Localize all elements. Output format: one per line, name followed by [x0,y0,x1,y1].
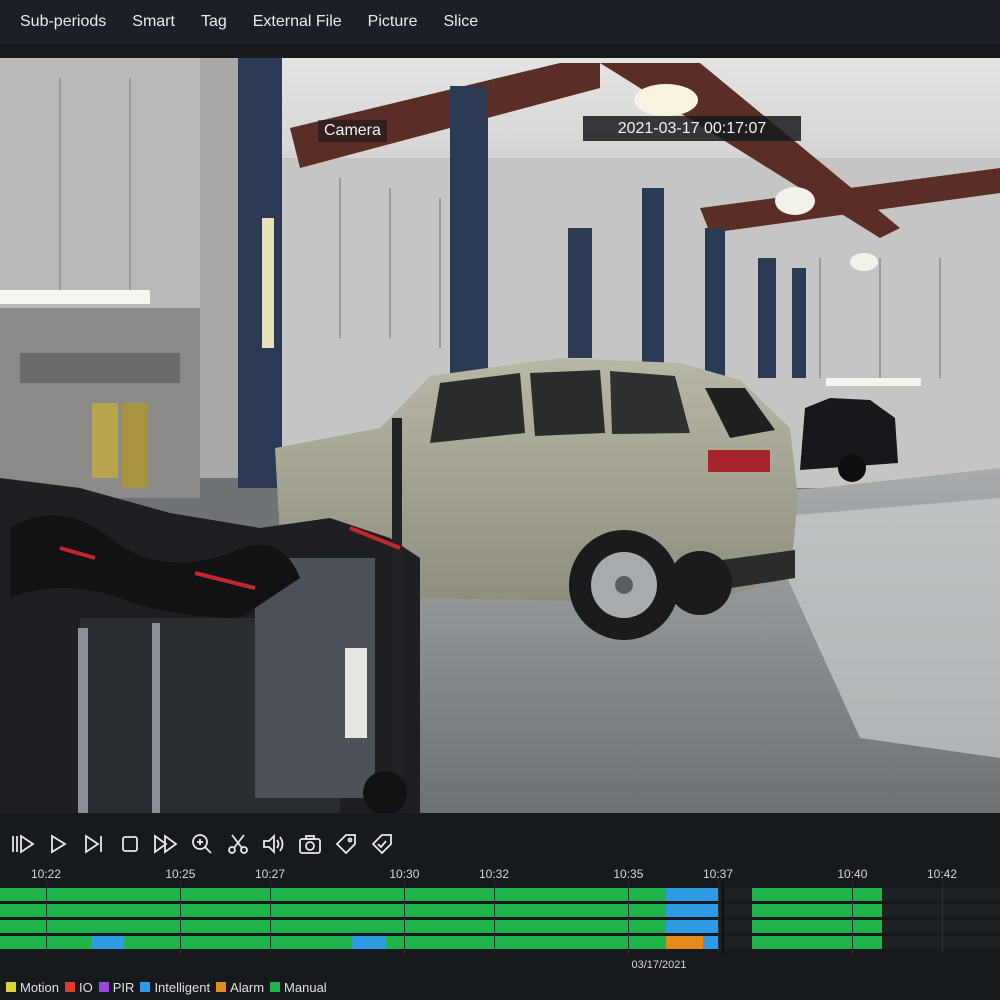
recording-segment-intelligent[interactable] [665,888,718,901]
recording-segment-alarm[interactable] [665,936,704,949]
step-forward-icon[interactable] [76,828,112,860]
timeline-track[interactable] [0,888,1000,901]
tick-grid-line [270,882,271,954]
menu-picture[interactable]: Picture [368,13,418,31]
legend-swatch [216,982,227,992]
menu-sub-periods[interactable]: Sub-periods [20,13,106,31]
legend-item-io: IO [65,980,93,995]
fast-forward-icon[interactable] [148,828,184,860]
video-playback-view[interactable]: Camera 2021-03-17 00:17:07 [0,58,1000,813]
garage-scene-image [0,58,1000,813]
legend-swatch [140,982,151,992]
tick-grid-line [718,882,719,954]
legend-label: Motion [20,979,60,995]
tick-label: 10:37 [702,867,734,881]
step-back-icon[interactable] [4,828,40,860]
legend-label: IO [79,979,93,995]
tag-icon[interactable] [328,828,364,860]
recording-segment-manual[interactable] [751,936,883,949]
timeline-date: 03/17/2021 [631,959,687,971]
legend-swatch [6,982,16,992]
recording-segment-manual[interactable] [751,888,883,901]
legend-swatch [98,982,109,992]
legend-item-alarm: Alarm [216,980,264,995]
play-icon[interactable] [40,828,76,860]
timestamp-overlay: 2021-03-17 00:17:07 [583,116,801,141]
recording-segment-manual[interactable] [0,904,666,917]
legend-label: PIR [112,979,135,995]
tick-label: 10:32 [478,867,510,881]
tick-grid-line [942,882,943,954]
tick-label: 10:30 [389,867,420,881]
recording-segment-intelligent[interactable] [665,904,718,917]
legend-item-motion: Motion [6,980,59,995]
menu-slice[interactable]: Slice [443,13,478,31]
snapshot-icon[interactable] [292,828,328,860]
recording-segment-intelligent[interactable] [90,936,125,949]
recording-segment-intelligent[interactable] [665,920,718,933]
menu-external-file[interactable]: External File [253,13,342,31]
menu-tag[interactable]: Tag [201,13,227,31]
tick-grid-line [628,882,630,954]
tick-grid-line [180,882,182,954]
tick-grid-line [404,882,406,954]
menu-smart[interactable]: Smart [132,13,175,31]
legend-swatch [270,982,281,992]
timeline-track[interactable] [0,936,1000,949]
recording-segment-manual[interactable] [0,920,666,933]
timeline-track[interactable] [0,904,1000,917]
legend-swatch [65,982,76,992]
legend-label: Alarm [230,979,265,995]
legend-item-intelligent: Intelligent [140,980,210,995]
playhead-cursor[interactable] [722,882,724,954]
timeline-tracks[interactable] [0,888,1000,952]
recording-segment-manual[interactable] [385,936,666,949]
clip-icon[interactable] [220,828,256,860]
top-menu-bar: Sub-periods Smart Tag External File Pict… [0,0,1000,44]
volume-icon[interactable] [256,828,292,860]
tick-grid-line [852,882,854,954]
timeline-track[interactable] [0,920,1000,933]
tick-label: 10:22 [30,867,62,881]
tag-edit-icon[interactable] [364,828,400,860]
tick-label: 10:35 [613,867,644,881]
recording-segment-manual[interactable] [0,888,666,901]
tick-label: 10:27 [254,867,286,881]
recording-segment-intelligent[interactable] [703,936,718,949]
recording-segment-manual[interactable] [751,920,883,933]
tick-grid-line [46,882,47,954]
legend-item-pir: PIR [98,979,135,995]
tick-grid-line [494,882,495,954]
legend-item-manual: Manual [270,980,327,995]
zoom-in-icon[interactable] [184,828,220,860]
recording-segment-manual[interactable] [124,936,353,949]
legend-label: Intelligent [154,979,211,995]
tick-label: 10:25 [165,867,196,881]
recording-segment-intelligent[interactable] [352,936,386,949]
timeline-legend: Motion IO PIR Intelligent Alarm Manual [0,974,1000,1000]
stop-icon[interactable] [112,828,148,860]
recording-segment-manual[interactable] [751,904,883,917]
camera-name-overlay: Camera [318,120,387,142]
tick-label: 10:42 [926,867,958,881]
playback-controls [0,823,1000,865]
legend-label: Manual [284,979,327,995]
recording-timeline[interactable]: 10:22 10:25 10:27 10:30 10:32 10:35 10:37 10:40… [0,862,1000,974]
tick-label: 10:40 [837,867,868,881]
